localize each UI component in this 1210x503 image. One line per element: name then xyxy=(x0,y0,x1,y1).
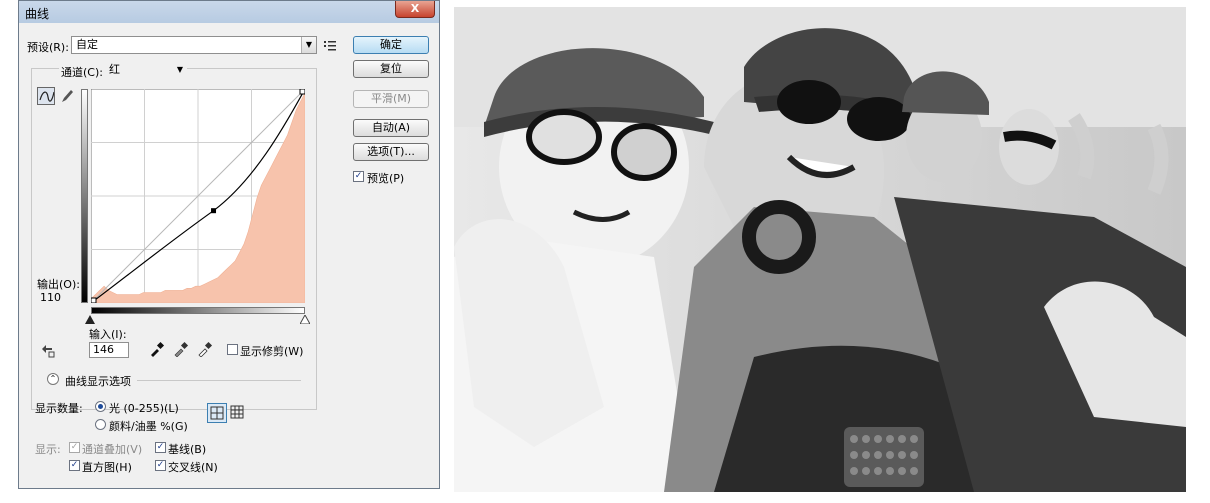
channel-label: 通道(C): xyxy=(59,64,105,80)
light-option-label: 光 (0-255)(L) xyxy=(109,402,179,415)
channel-select[interactable]: 红 ▼ xyxy=(105,62,187,80)
show-clipping-label: 显示修剪(W) xyxy=(240,345,304,358)
preview-label: 预览(P) xyxy=(367,172,405,185)
auto-button[interactable]: 自动(A) xyxy=(353,119,429,137)
white-eyedropper-icon[interactable] xyxy=(197,341,213,357)
preview-checkbox[interactable]: ✓ xyxy=(353,171,364,182)
light-radio[interactable] xyxy=(95,401,106,412)
curve-endpoint-white[interactable] xyxy=(299,89,305,95)
options-button[interactable]: 选项(T)... xyxy=(353,143,429,161)
preset-select[interactable]: 自定 ▼ xyxy=(71,36,317,54)
dialog-body: 预设(R): 自定 ▼ 确定 复位 平滑(M) 自动(A) 选项(T)... ✓… xyxy=(19,23,439,488)
output-field[interactable]: 110 xyxy=(37,291,77,307)
ok-button[interactable]: 确定 xyxy=(353,36,429,54)
show-clipping-checkbox[interactable] xyxy=(227,344,238,355)
input-gradient-bar xyxy=(91,307,305,314)
curves-dialog: 曲线 X 预设(R): 自定 ▼ 确定 复位 平滑(M) 自动(A) 选项(T)… xyxy=(18,0,440,489)
channel-overlay-label: 通道叠加(V) xyxy=(82,443,143,456)
photo-preview xyxy=(454,7,1186,492)
histogram-checkbox[interactable]: ✓ xyxy=(69,460,80,471)
gray-eyedropper-icon[interactable] xyxy=(173,341,189,357)
intersection-checkbox[interactable]: ✓ xyxy=(155,460,166,471)
intersection-label: 交叉线(N) xyxy=(168,461,218,474)
curve-display-options-label: 曲线显示选项 xyxy=(65,375,131,388)
smooth-button[interactable]: 平滑(M) xyxy=(353,90,429,108)
pigment-option-label: 颜料/油墨 %(G) xyxy=(109,420,188,433)
show-amount-label: 显示数量: xyxy=(35,402,83,415)
divider xyxy=(137,380,301,381)
close-button[interactable]: X xyxy=(395,1,435,18)
show-label: 显示: xyxy=(35,443,61,456)
preset-label: 预设(R): xyxy=(27,41,69,54)
close-icon: X xyxy=(410,2,420,15)
collapse-chevron-icon[interactable]: ⌃ xyxy=(47,373,59,385)
curve-endpoint-black[interactable] xyxy=(91,297,97,303)
baseline-label: 基线(B) xyxy=(168,443,207,456)
dialog-titlebar[interactable]: 曲线 X xyxy=(19,1,439,23)
dialog-title: 曲线 xyxy=(25,7,50,21)
input-field[interactable]: 146 xyxy=(89,342,129,358)
pencil-icon[interactable] xyxy=(59,87,77,105)
channel-overlay-checkbox[interactable]: ✓ xyxy=(69,442,80,453)
channel-value: 红 xyxy=(109,63,120,76)
reset-button[interactable]: 复位 xyxy=(353,60,429,78)
chevron-down-icon: ▼ xyxy=(301,37,316,53)
grid-4x4-icon[interactable] xyxy=(207,403,227,423)
black-eyedropper-icon[interactable] xyxy=(149,341,165,357)
input-label: 输入(I): xyxy=(89,328,127,341)
output-label: 输出(O): xyxy=(37,278,80,291)
grid-10x10-icon[interactable] xyxy=(229,404,245,420)
preset-value: 自定 xyxy=(76,38,98,51)
output-gradient-bar xyxy=(81,89,88,303)
curve-control-point[interactable] xyxy=(211,208,217,214)
histogram-label: 直方图(H) xyxy=(82,461,132,474)
target-adjust-icon[interactable] xyxy=(39,341,57,359)
white-point-slider-icon[interactable] xyxy=(300,315,310,324)
preset-menu-icon[interactable] xyxy=(323,38,337,52)
bracelet xyxy=(844,427,924,487)
chevron-down-icon: ▼ xyxy=(176,65,184,74)
curve-tool-icon[interactable] xyxy=(37,87,55,105)
pigment-radio[interactable] xyxy=(95,419,106,430)
black-point-slider-icon[interactable] xyxy=(85,315,95,324)
curve-graph[interactable] xyxy=(91,89,305,303)
baseline-checkbox[interactable]: ✓ xyxy=(155,442,166,453)
